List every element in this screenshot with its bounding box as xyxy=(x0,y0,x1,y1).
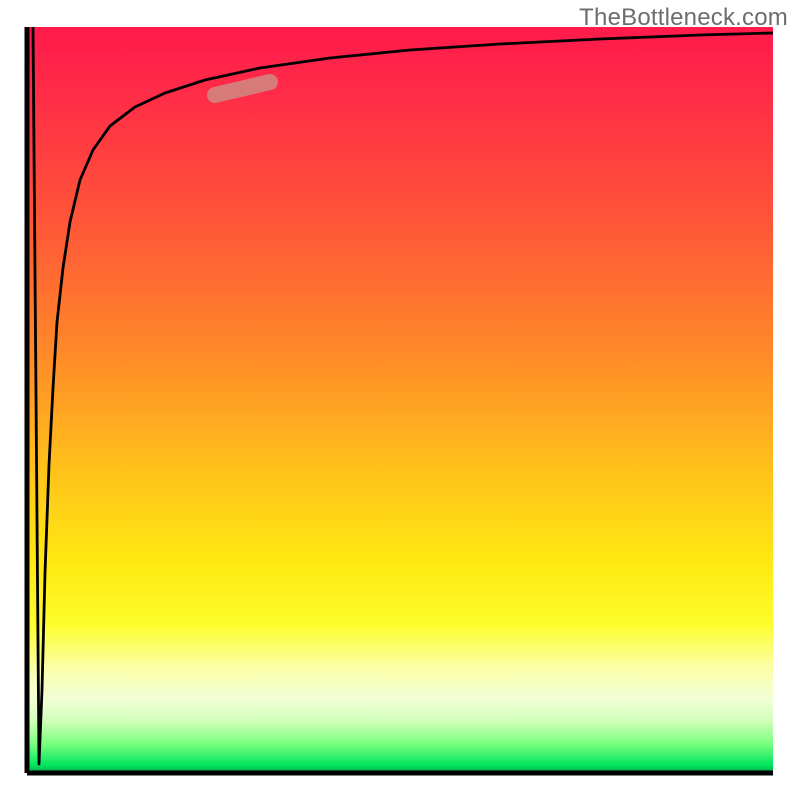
chart-stage: TheBottleneck.com xyxy=(0,0,800,800)
curve-highlight-marker xyxy=(215,82,270,95)
bottleneck-curve xyxy=(33,27,773,764)
attribution-text: TheBottleneck.com xyxy=(579,4,788,32)
chart-svg xyxy=(0,0,800,800)
